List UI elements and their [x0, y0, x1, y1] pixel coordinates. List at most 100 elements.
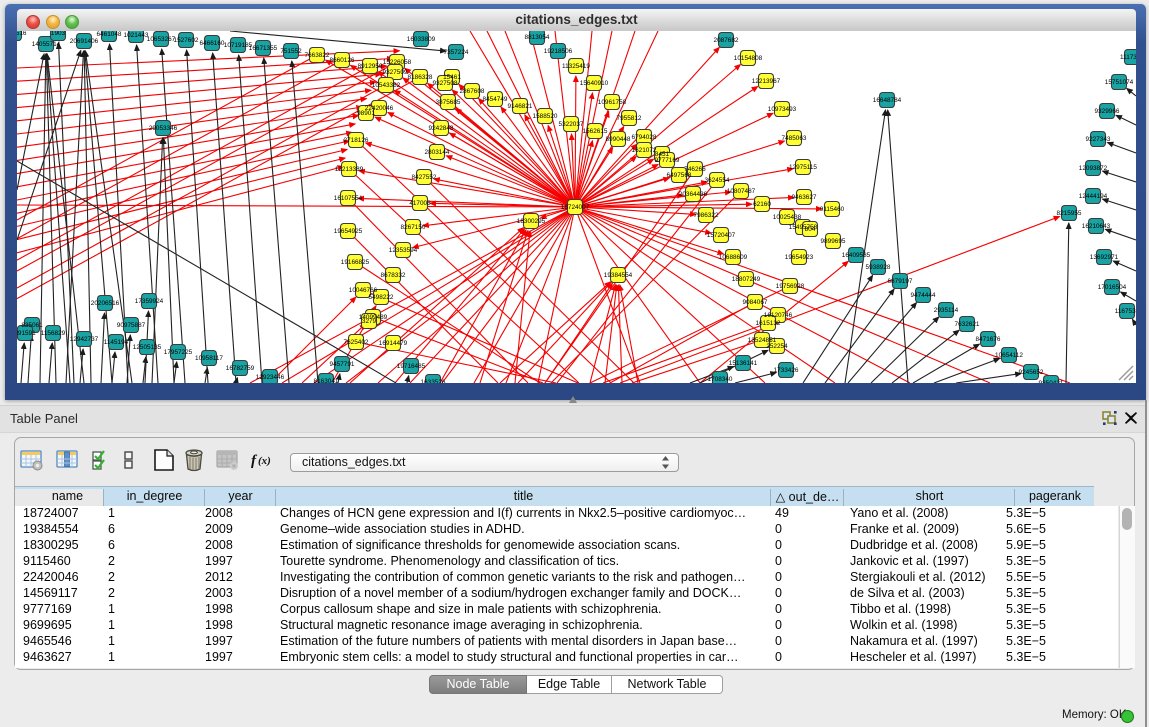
- svg-text:1733426: 1733426: [774, 367, 799, 374]
- svg-text:5498222: 5498222: [369, 294, 394, 301]
- svg-text:10688609: 10688609: [719, 254, 748, 261]
- svg-text:12213967: 12213967: [752, 78, 781, 85]
- svg-text:3624554: 3624554: [705, 177, 730, 184]
- svg-text:10025438: 10025438: [773, 214, 802, 221]
- svg-text:6466160: 6466160: [200, 40, 225, 47]
- svg-text:1903: 1903: [51, 31, 66, 37]
- svg-text:9146821: 9146821: [508, 103, 533, 110]
- svg-text:7625402: 7625402: [344, 339, 369, 346]
- svg-text:8163041: 8163041: [314, 378, 339, 383]
- svg-text:7955812: 7955812: [617, 115, 642, 122]
- svg-text:15226058: 15226058: [383, 59, 412, 66]
- svg-text:804: 804: [805, 226, 816, 233]
- svg-text:1156829: 1156829: [41, 330, 66, 337]
- svg-text:17359924: 17359924: [135, 298, 164, 305]
- svg-text:6879197: 6879197: [888, 278, 913, 285]
- svg-text:9084067: 9084067: [743, 299, 768, 306]
- svg-text:1615132: 1615132: [756, 320, 781, 327]
- svg-text:7632621: 7632621: [955, 321, 980, 328]
- svg-text:12444194: 12444194: [1079, 193, 1108, 200]
- svg-text:8678332: 8678332: [381, 272, 406, 279]
- svg-text:19166825: 19166825: [341, 259, 370, 266]
- svg-text:12942737: 12942737: [70, 336, 99, 343]
- svg-text:15751074: 15751074: [1105, 79, 1134, 86]
- svg-text:8912956: 8912956: [358, 63, 383, 70]
- svg-text:18724007: 18724007: [561, 204, 590, 211]
- svg-text:16782759: 16782759: [226, 365, 255, 372]
- svg-text:417008: 417008: [409, 200, 431, 207]
- svg-text:2935114: 2935114: [934, 307, 959, 314]
- svg-text:9245652: 9245652: [1019, 369, 1044, 376]
- svg-text:12505135: 12505135: [133, 344, 162, 351]
- svg-text:19716485: 19716485: [397, 363, 426, 370]
- svg-text:1145194: 1145194: [104, 339, 129, 346]
- svg-text:10973493: 10973493: [768, 106, 797, 113]
- svg-text:19654925: 19654925: [334, 228, 363, 235]
- svg-text:16648784: 16648784: [873, 97, 902, 104]
- svg-text:751552: 751552: [280, 48, 302, 55]
- svg-text:3875685: 3875685: [436, 99, 461, 106]
- svg-text:16107554: 16107554: [334, 195, 363, 202]
- svg-text:f: f: [251, 453, 258, 469]
- svg-text:6461048: 6461048: [97, 31, 122, 38]
- svg-text:29053346: 29053346: [149, 125, 178, 132]
- svg-text:20691406: 20691406: [70, 38, 99, 45]
- svg-text:3279: 3279: [362, 318, 377, 325]
- svg-text:20206516: 20206516: [91, 300, 120, 307]
- svg-text:16210643: 16210643: [1082, 223, 1111, 230]
- svg-text:7986322: 7986322: [694, 212, 719, 219]
- svg-text:1621072: 1621072: [632, 147, 657, 154]
- svg-text:9242848: 9242848: [429, 125, 454, 132]
- svg-text:19218506: 19218506: [544, 48, 573, 55]
- svg-text:9327509: 9327509: [383, 69, 408, 76]
- svg-text:10543382: 10543382: [372, 82, 401, 89]
- svg-text:12093872: 12093872: [1079, 165, 1108, 172]
- svg-text:98901: 98901: [357, 110, 375, 117]
- svg-text:10958117: 10958117: [195, 355, 223, 362]
- svg-text:16409585: 16409585: [842, 252, 871, 259]
- svg-text:19756928: 19756928: [776, 283, 805, 290]
- svg-text:10046766: 10046766: [349, 287, 378, 294]
- svg-text:12923446: 12923446: [256, 374, 285, 381]
- svg-text:10807487: 10807487: [727, 188, 756, 195]
- svg-text:16120746: 16120746: [764, 312, 793, 319]
- svg-text:18807249: 18807249: [732, 276, 761, 283]
- svg-text:7485063: 7485063: [782, 135, 807, 142]
- svg-text:391591: 391591: [17, 330, 36, 337]
- svg-text:252254: 252254: [766, 343, 788, 350]
- svg-text:10654112: 10654112: [995, 352, 1023, 359]
- svg-text:835061: 835061: [21, 322, 43, 329]
- svg-text:1527602: 1527602: [174, 37, 199, 44]
- svg-text:9777169: 9777169: [655, 157, 680, 164]
- svg-text:14055714: 14055714: [32, 41, 61, 48]
- svg-text:1588520: 1588520: [533, 113, 558, 120]
- svg-text:12975115: 12975115: [789, 164, 817, 171]
- svg-text:9457791: 9457791: [330, 361, 355, 368]
- svg-text:1562615: 1562615: [583, 128, 608, 135]
- svg-text:18300295: 18300295: [517, 218, 546, 225]
- svg-text:8813054: 8813054: [525, 34, 550, 41]
- svg-text:2803144: 2803144: [425, 149, 450, 156]
- svg-text:8215955: 8215955: [1057, 210, 1082, 217]
- svg-text:16671355: 16671355: [249, 45, 278, 52]
- svg-text:5938928: 5938928: [866, 264, 891, 271]
- svg-text:17957225: 17957225: [164, 349, 193, 356]
- svg-text:12353594: 12353594: [389, 247, 418, 254]
- svg-text:1117361: 1117361: [1120, 54, 1136, 61]
- svg-text:1708340: 1708340: [708, 376, 733, 383]
- svg-text:19654923: 19654923: [785, 254, 814, 261]
- svg-text:8267150: 8267150: [401, 224, 426, 231]
- svg-text:7357224: 7357224: [444, 49, 469, 56]
- svg-text:7663822: 7663822: [305, 52, 330, 59]
- svg-text:16914479: 16914479: [379, 340, 408, 347]
- svg-text:9327508: 9327508: [433, 80, 458, 87]
- svg-text:15720407: 15720407: [707, 232, 736, 239]
- svg-text:9329966: 9329966: [1095, 108, 1120, 115]
- svg-text:9463627: 9463627: [792, 194, 817, 201]
- svg-text:9899695: 9899695: [821, 238, 846, 245]
- svg-text:8660126: 8660126: [330, 57, 355, 64]
- svg-text:1633526: 1633526: [421, 379, 446, 383]
- svg-text:2867608: 2867608: [460, 88, 485, 95]
- svg-text:16033809: 16033809: [407, 36, 436, 43]
- svg-text:19384554: 19384554: [604, 272, 633, 279]
